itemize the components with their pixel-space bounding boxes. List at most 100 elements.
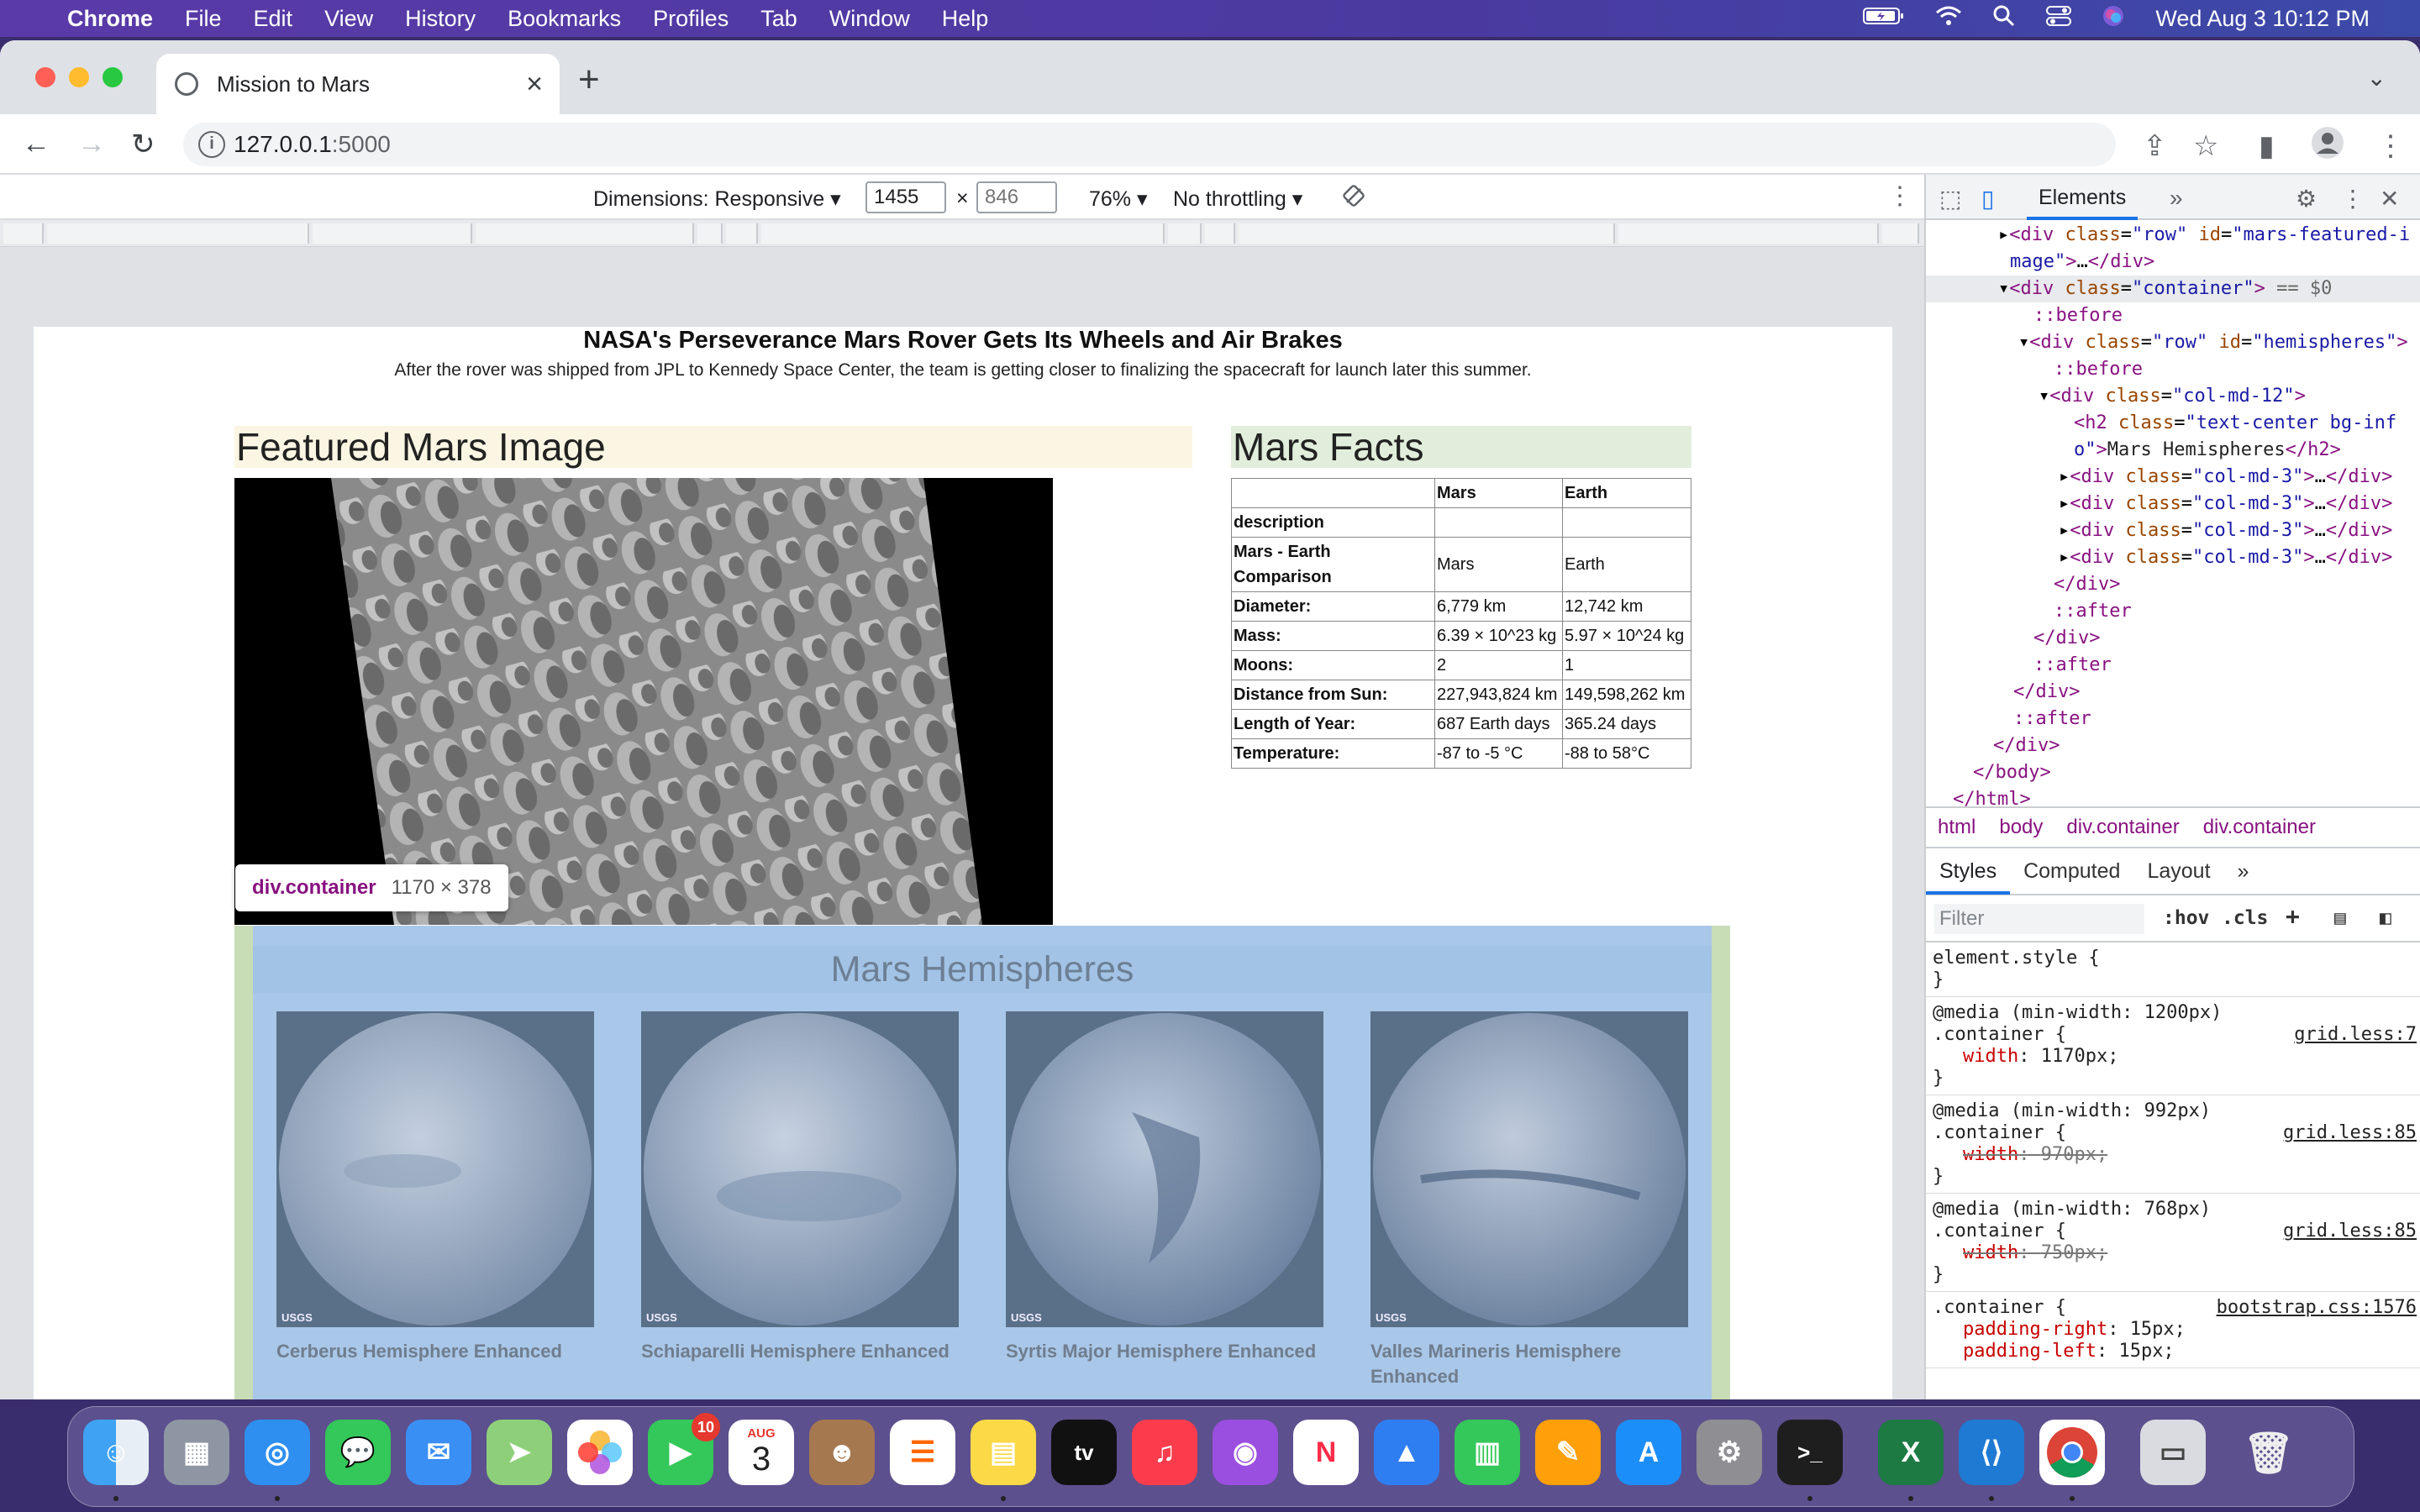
battery-icon[interactable] bbox=[1863, 6, 1905, 32]
news-icon[interactable]: N bbox=[1293, 1420, 1359, 1485]
tab-computed[interactable]: Computed bbox=[2010, 848, 2133, 895]
address-bar[interactable]: i 127.0.0.1:5000 bbox=[183, 123, 2116, 166]
ruler-segment[interactable] bbox=[1168, 223, 1202, 244]
dom-close[interactable]: </div> bbox=[1926, 732, 2420, 759]
finder-icon[interactable]: ☺ bbox=[83, 1420, 149, 1485]
hemisphere-card[interactable]: USGS Cerberus Hemisphere Enhanced bbox=[276, 1011, 594, 1364]
music-icon[interactable]: ♫ bbox=[1132, 1420, 1197, 1485]
new-tab-icon[interactable]: + bbox=[578, 59, 600, 101]
profile-avatar-icon[interactable] bbox=[2311, 126, 2344, 167]
dom-close[interactable]: </div> bbox=[1926, 625, 2420, 652]
system-preferences-icon[interactable]: ⚙ bbox=[1697, 1420, 1762, 1485]
ruler-segment[interactable] bbox=[726, 223, 758, 244]
featured-mars-image[interactable] bbox=[234, 478, 1053, 925]
dom-node[interactable]: ▸<div class="col-md-3">…</div> bbox=[1926, 491, 2420, 517]
menu-window[interactable]: Window bbox=[829, 6, 910, 32]
tab-styles[interactable]: Styles bbox=[1926, 848, 2011, 895]
ruler-segment[interactable] bbox=[47, 223, 309, 244]
breadcrumb-html[interactable]: html bbox=[1938, 816, 1975, 839]
inspect-element-icon[interactable]: ⬚ bbox=[1939, 185, 1961, 213]
reminders-icon[interactable]: ☰ bbox=[890, 1420, 955, 1485]
ruler-segment[interactable] bbox=[1239, 223, 1615, 244]
trash-icon[interactable]: 🗑 bbox=[2236, 1420, 2302, 1485]
style-rule-element[interactable]: element.style { } bbox=[1926, 942, 2420, 997]
source-link[interactable]: grid.less:7 bbox=[2294, 1024, 2417, 1046]
wifi-icon[interactable] bbox=[1935, 5, 1962, 33]
css-declaration[interactable]: width: 1170px; bbox=[1933, 1046, 2415, 1068]
maps-icon[interactable]: ➤ bbox=[487, 1420, 552, 1485]
calendar-icon[interactable]: AUG 3 bbox=[729, 1420, 794, 1485]
keynote-icon[interactable]: ▲ bbox=[1374, 1420, 1439, 1485]
css-declaration[interactable]: padding-right: 15px; bbox=[1933, 1319, 2415, 1341]
breadcrumb-div-container-current[interactable]: div.container bbox=[2203, 816, 2316, 839]
safari-icon[interactable]: ◎ bbox=[245, 1420, 310, 1485]
hemisphere-caption[interactable]: Cerberus Hemisphere Enhanced bbox=[276, 1339, 594, 1364]
vscode-icon[interactable]: ⟨⟩ bbox=[1959, 1420, 2024, 1485]
hemisphere-caption[interactable]: Syrtis Major Hemisphere Enhanced bbox=[1006, 1339, 1323, 1364]
facetime-icon[interactable]: ▶ 10 bbox=[648, 1413, 720, 1485]
schiaparelli-hemisphere-image[interactable]: USGS bbox=[641, 1011, 959, 1327]
dom-pseudo[interactable]: ::after bbox=[1926, 706, 2420, 732]
reload-icon[interactable]: ↻ bbox=[131, 128, 155, 161]
dom-close[interactable]: </html> bbox=[1926, 786, 2420, 806]
paint-roller-icon[interactable]: ▤ bbox=[2334, 907, 2346, 929]
dom-node[interactable]: ▸<div class="col-md-3">…</div> bbox=[1926, 544, 2420, 571]
source-link[interactable]: grid.less:85 bbox=[2283, 1221, 2417, 1242]
minimize-window-button[interactable] bbox=[69, 67, 89, 87]
menu-view[interactable]: View bbox=[324, 6, 373, 32]
downloads-folder-icon[interactable]: ▭ bbox=[2140, 1420, 2206, 1485]
chrome-menu-icon[interactable]: ⋮ bbox=[2376, 129, 2405, 163]
dom-close[interactable]: </div> bbox=[1926, 571, 2420, 598]
menu-tab[interactable]: Tab bbox=[760, 6, 797, 32]
menu-edit[interactable]: Edit bbox=[254, 6, 293, 32]
control-center-icon[interactable] bbox=[2046, 5, 2072, 33]
css-declaration-overridden[interactable]: width: 970px; bbox=[1933, 1144, 2415, 1166]
ruler-segment[interactable] bbox=[1205, 223, 1235, 244]
source-link[interactable]: grid.less:85 bbox=[2283, 1122, 2417, 1144]
side-panel-icon[interactable]: ▮ bbox=[2259, 129, 2275, 163]
tab-search-icon[interactable]: ⌄ bbox=[2367, 64, 2386, 92]
breadcrumb-div-container[interactable]: div.container bbox=[2066, 816, 2179, 839]
device-toggle-icon[interactable]: ▯ bbox=[1981, 185, 1994, 213]
bookmark-star-icon[interactable]: ☆ bbox=[2193, 129, 2218, 163]
close-window-button[interactable] bbox=[35, 67, 55, 87]
dom-node[interactable]: ▾<div class="col-md-12"> bbox=[1926, 383, 2420, 410]
device-toolbar-menu-icon[interactable]: ⋮ bbox=[1887, 181, 1912, 211]
menu-bookmarks[interactable]: Bookmarks bbox=[508, 6, 621, 32]
forward-icon[interactable]: → bbox=[77, 128, 106, 160]
dom-pseudo[interactable]: ::after bbox=[1926, 598, 2420, 625]
source-link[interactable]: bootstrap.css:1576 bbox=[2217, 1297, 2417, 1319]
spotlight-icon[interactable] bbox=[1992, 4, 2016, 34]
share-icon[interactable]: ⇪ bbox=[2143, 129, 2167, 163]
mail-icon[interactable]: ✉ bbox=[406, 1420, 471, 1485]
app-store-icon[interactable]: A bbox=[1616, 1420, 1681, 1485]
hemisphere-caption[interactable]: Schiaparelli Hemisphere Enhanced bbox=[641, 1339, 959, 1364]
ruler-segment[interactable] bbox=[697, 223, 723, 244]
toggle-sidebar-icon[interactable]: ◧ bbox=[2380, 907, 2391, 929]
apple-tv-icon[interactable]: tv bbox=[1051, 1420, 1117, 1485]
photos-icon[interactable] bbox=[567, 1420, 633, 1485]
css-declaration-overridden[interactable]: width: 750px; bbox=[1933, 1242, 2415, 1264]
dom-close[interactable]: </div> bbox=[1926, 679, 2420, 706]
dimensions-dropdown[interactable]: Dimensions: Responsive ▾ bbox=[593, 186, 841, 212]
back-icon[interactable]: ← bbox=[22, 128, 50, 160]
chrome-icon[interactable] bbox=[2039, 1420, 2105, 1485]
style-rule[interactable]: .container {bootstrap.css:1576 padding-r… bbox=[1926, 1292, 2420, 1368]
hov-toggle[interactable]: :hov bbox=[2163, 907, 2209, 929]
hemisphere-card[interactable]: USGS Valles Marineris Hemisphere Enhance… bbox=[1370, 1011, 1688, 1389]
excel-icon[interactable]: X bbox=[1878, 1420, 1944, 1485]
dom-pseudo[interactable]: ::before bbox=[1926, 302, 2420, 329]
breadcrumb-body[interactable]: body bbox=[1999, 816, 2043, 839]
ruler-segment[interactable] bbox=[313, 223, 472, 244]
more-panels-icon[interactable]: » bbox=[2170, 185, 2183, 212]
dom-node[interactable]: ▸<div class="col-md-3">…</div> bbox=[1926, 464, 2420, 491]
messages-icon[interactable]: 💬 bbox=[325, 1420, 391, 1485]
hemisphere-caption[interactable]: Valles Marineris Hemisphere Enhanced bbox=[1370, 1339, 1688, 1389]
ruler-segment[interactable] bbox=[476, 223, 694, 244]
cerberus-hemisphere-image[interactable]: USGS bbox=[276, 1011, 594, 1327]
dom-close[interactable]: </body> bbox=[1926, 759, 2420, 786]
siri-icon[interactable] bbox=[2102, 4, 2125, 34]
menu-help[interactable]: Help bbox=[942, 6, 989, 32]
cls-toggle[interactable]: .cls bbox=[2222, 907, 2268, 929]
ruler-segment[interactable] bbox=[1882, 223, 1919, 244]
